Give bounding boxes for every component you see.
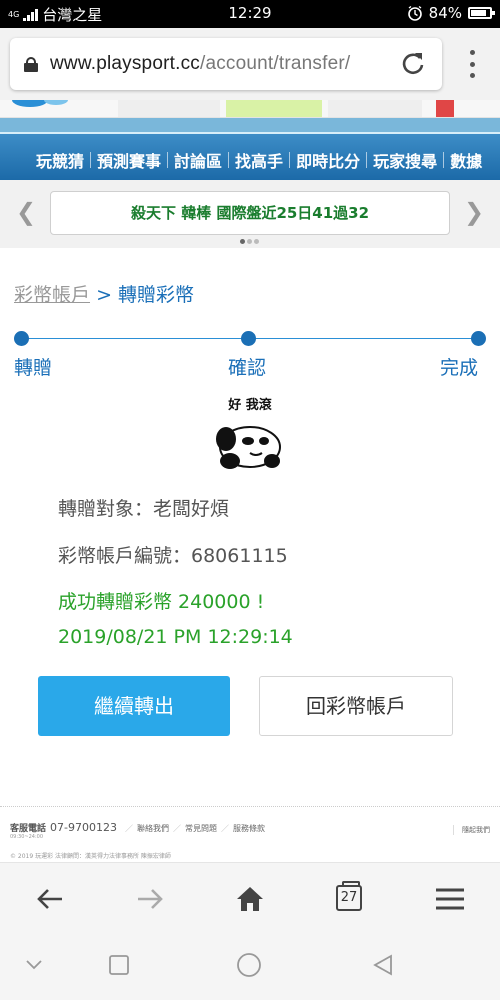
footer-link-contact[interactable]: 聯絡我們: [137, 823, 169, 834]
back-to-account-button[interactable]: 回彩幣帳戶: [259, 676, 453, 736]
panda-sticker: 好 我滾: [214, 394, 286, 472]
step-label-confirm: 確認: [228, 357, 267, 379]
ticker-prefix: 殺天下: [130, 204, 176, 222]
battery-percent: 84%: [428, 4, 462, 22]
hamburger-menu-icon[interactable]: [434, 883, 466, 915]
url-host: www.playsport.cc: [50, 53, 200, 74]
url-text[interactable]: www.playsport.cc/account/transfer/: [50, 53, 350, 75]
system-nav-bar: [0, 934, 500, 1000]
header-divider: [0, 118, 500, 132]
ticker-carousel: ❮ 殺天下 韓棒 國際盤近25日41過32 ❯: [0, 180, 500, 248]
copyright-text: © 2019 玩運彩 法律顧問：漢英得力法律事務所 陳振宏律師: [10, 853, 171, 860]
header-tab[interactable]: [328, 100, 422, 117]
lock-icon: [24, 57, 38, 72]
carousel-dots: [240, 239, 259, 244]
account-number-text: 彩幣帳戶編號：68061115: [58, 545, 288, 567]
status-right: 84%: [407, 4, 495, 22]
breadcrumb-parent-link[interactable]: 彩幣帳戶: [14, 284, 90, 306]
bookmark-link[interactable]: 隨起我們: [453, 825, 490, 835]
step-label-done: 完成: [440, 357, 479, 379]
url-path: /account/transfer/: [199, 53, 351, 74]
footer-row: 客服電話 07-9700123 ／ 聯絡我們 ／ 常見問題 ／ 服務條款: [10, 821, 265, 834]
header-tab[interactable]: [118, 100, 220, 117]
site-footer: 客服電話 07-9700123 ／ 聯絡我們 ／ 常見問題 ／ 服務條款 09:…: [0, 806, 500, 862]
step-label-transfer: 轉贈: [14, 357, 53, 379]
site-header-strip: [0, 100, 500, 118]
success-message: 成功轉贈彩幣 240000 !: [58, 591, 265, 613]
step-dot: [14, 331, 29, 346]
browser-menu-icon[interactable]: [470, 50, 476, 78]
battery-icon: [468, 7, 495, 19]
status-bar: 4G 台灣之星 12:29 84%: [0, 0, 500, 28]
site-nav-item[interactable]: 預測賽事: [91, 148, 167, 172]
step-dot: [241, 331, 256, 346]
site-nav-item[interactable]: 找高手: [229, 148, 289, 172]
header-tab[interactable]: [436, 100, 454, 117]
ticker-banner[interactable]: 殺天下 韓棒 國際盤近25日41過32: [50, 191, 450, 235]
breadcrumb-separator: >: [96, 284, 112, 306]
breadcrumb: 彩幣帳戶 > 轉贈彩幣: [14, 280, 194, 307]
step-dot: [471, 331, 486, 346]
sticker-caption: 好 我滾: [228, 398, 272, 413]
breadcrumb-current: 轉贈彩幣: [118, 284, 195, 306]
home-icon[interactable]: [234, 883, 266, 915]
service-hours: 09:30~24:00: [10, 834, 44, 840]
address-bar[interactable]: www.playsport.cc/account/transfer/: [10, 38, 442, 90]
transfer-timestamp: 2019/08/21 PM 12:29:14: [58, 626, 293, 648]
chevron-down-icon[interactable]: [24, 954, 44, 974]
ticker-sport: 韓棒: [181, 204, 212, 222]
header-tab[interactable]: [226, 100, 322, 117]
recents-square-icon[interactable]: [108, 954, 130, 976]
browser-address-area: www.playsport.cc/account/transfer/: [0, 28, 500, 100]
home-circle-icon[interactable]: [236, 952, 262, 978]
transfer-steps: 轉贈 確認 完成: [14, 328, 486, 379]
panda-face-icon: [216, 426, 281, 469]
tab-switcher-button[interactable]: 27: [336, 881, 362, 911]
service-phone-label: 客服電話: [10, 824, 47, 834]
site-nav-item[interactable]: 討論區: [168, 148, 228, 172]
footer-link-terms[interactable]: 服務條款: [233, 823, 265, 834]
site-nav: 玩競猜 預測賽事 討論區 找高手 即時比分 玩家搜尋 數據: [0, 132, 500, 180]
site-nav-item[interactable]: 玩家搜尋: [367, 148, 443, 172]
back-triangle-icon[interactable]: [372, 954, 394, 976]
chevron-right-icon[interactable]: ❯: [464, 200, 484, 224]
chevron-left-icon[interactable]: ❮: [16, 200, 36, 224]
service-phone-number[interactable]: 07-9700123: [50, 821, 117, 834]
site-nav-item[interactable]: 玩競猜: [30, 148, 90, 172]
recipient-text: 轉贈對象：老闆好煩: [58, 498, 230, 520]
site-nav-item[interactable]: 數據: [444, 148, 488, 172]
reload-icon[interactable]: [400, 50, 426, 76]
site-logo[interactable]: [8, 100, 78, 112]
continue-transfer-button[interactable]: 繼續轉出: [38, 676, 230, 736]
forward-arrow-icon[interactable]: [134, 883, 166, 915]
browser-toolbar: 27: [0, 862, 500, 934]
site-nav-item[interactable]: 即時比分: [290, 148, 366, 172]
alarm-icon: [407, 5, 422, 21]
footer-link-faq[interactable]: 常見問題: [185, 823, 217, 834]
back-arrow-icon[interactable]: [34, 883, 66, 915]
site-nav-items: 玩競猜 預測賽事 討論區 找高手 即時比分 玩家搜尋 數據: [30, 148, 488, 172]
ticker-text: 國際盤近25日41過32: [216, 204, 370, 222]
